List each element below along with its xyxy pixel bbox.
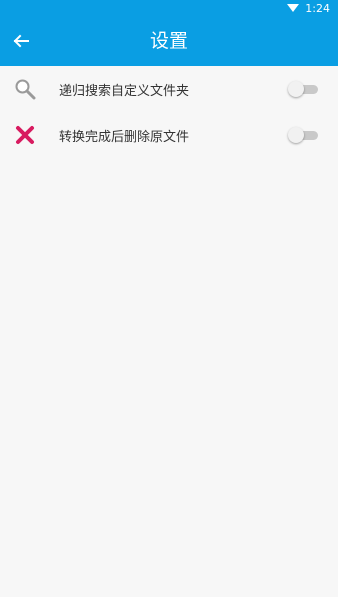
settings-list: 递归搜索自定义文件夹 转换完成后删除原文件	[0, 66, 338, 158]
back-button[interactable]	[6, 26, 36, 56]
toggle-thumb	[288, 127, 304, 143]
toggle-switch[interactable]	[288, 81, 318, 97]
page-title: 设置	[149, 30, 188, 52]
status-time: 1:24	[305, 1, 330, 15]
status-bar: 1:24	[0, 0, 338, 16]
setting-recursive-search[interactable]: 递归搜索自定义文件夹	[0, 66, 338, 112]
toggle-switch[interactable]	[288, 127, 318, 143]
arrow-left-icon	[13, 34, 29, 48]
app-bar: 设置	[0, 16, 338, 66]
setting-label: 递归搜索自定义文件夹	[59, 83, 190, 99]
close-icon	[13, 123, 37, 147]
setting-delete-original[interactable]: 转换完成后删除原文件	[0, 112, 338, 158]
toggle-thumb	[288, 81, 304, 97]
setting-label: 转换完成后删除原文件	[59, 129, 190, 145]
wifi-icon	[287, 4, 300, 12]
search-icon	[13, 77, 37, 101]
